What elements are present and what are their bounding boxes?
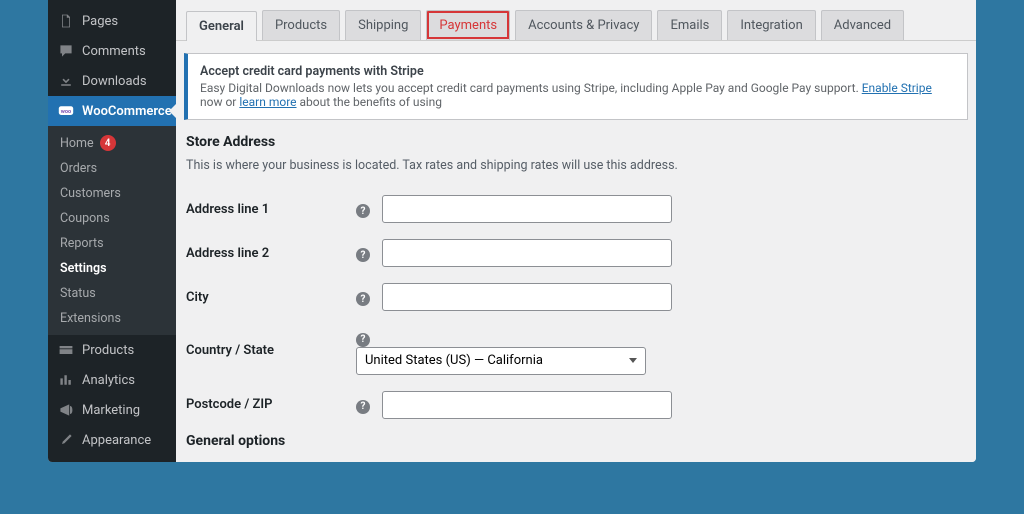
tab-products[interactable]: Products [262,10,340,40]
sidebar-item-label: Comments [82,44,146,59]
help-icon[interactable]: ? [356,333,370,347]
content-area: General Products Shipping Payments Accou… [176,0,976,462]
woo-icon: woo [58,103,74,119]
comment-icon [58,43,74,59]
sidebar-item-label: Products [82,343,134,358]
notification-badge: 4 [100,135,116,151]
sidebar-submenu: Home 4 Orders Customers Coupons Reports … [48,126,176,335]
chevron-down-icon [629,358,637,363]
sidebar-sub-customers[interactable]: Customers [48,181,176,206]
sub-label: Settings [60,261,107,276]
tab-general[interactable]: General [186,11,257,41]
products-icon [58,342,74,358]
section-heading: General options [186,433,966,449]
sub-label: Status [60,286,96,301]
marketing-icon [58,402,74,418]
sub-label: Coupons [60,211,110,226]
section-description: This is where your business is located. … [186,158,966,173]
general-options-section: General options [176,427,976,449]
download-icon [58,73,74,89]
tab-advanced[interactable]: Advanced [821,10,904,40]
sidebar-item-label: Analytics [82,373,135,388]
settings-tabs: General Products Shipping Payments Accou… [176,0,976,41]
sidebar-item-appearance[interactable]: Appearance [48,425,176,455]
appearance-icon [58,432,74,448]
sidebar-item-products[interactable]: Products [48,335,176,365]
sidebar-item-downloads[interactable]: Downloads [48,66,176,96]
address-line-2-input[interactable] [382,239,672,267]
help-icon[interactable]: ? [356,248,370,262]
enable-stripe-link[interactable]: Enable Stripe [862,81,932,95]
country-state-select[interactable]: United States (US) — California [356,347,646,375]
sidebar-sub-status[interactable]: Status [48,281,176,306]
field-label-country: Country / State [186,319,356,383]
notice-title: Accept credit card payments with Stripe [200,64,955,79]
sidebar-item-marketing[interactable]: Marketing [48,395,176,425]
sidebar-sub-reports[interactable]: Reports [48,231,176,256]
help-icon[interactable]: ? [356,204,370,218]
tab-accounts-privacy[interactable]: Accounts & Privacy [515,10,652,40]
sidebar-sub-extensions[interactable]: Extensions [48,306,176,331]
sidebar-item-analytics[interactable]: Analytics [48,365,176,395]
analytics-icon [58,372,74,388]
admin-window: Pages Comments Downloads woo WooCommerce… [48,0,976,462]
field-label-postcode: Postcode / ZIP [186,383,356,427]
sub-label: Orders [60,161,97,176]
help-icon[interactable]: ? [356,292,370,306]
sidebar-item-label: Downloads [82,74,147,89]
sidebar-item-label: Marketing [82,403,140,418]
sidebar-item-plugins[interactable]: Plugins 1 [48,455,176,462]
sub-label: Home [60,136,94,151]
sidebar-sub-orders[interactable]: Orders [48,156,176,181]
field-label-addr1: Address line 1 [186,187,356,231]
tab-shipping[interactable]: Shipping [345,10,421,40]
sidebar-item-label: Pages [82,14,118,29]
store-address-form: Address line 1 ? Address line 2 ? City ?… [186,187,966,427]
help-icon[interactable]: ? [356,400,370,414]
address-line-1-input[interactable] [382,195,672,223]
learn-more-link[interactable]: learn more [239,95,296,109]
sidebar-item-label: Appearance [82,433,151,448]
stripe-notice: Accept credit card payments with Stripe … [184,53,968,120]
store-address-section: Store Address This is where your busines… [176,120,976,427]
field-label-addr2: Address line 2 [186,231,356,275]
city-input[interactable] [382,283,672,311]
tab-integration[interactable]: Integration [727,10,815,40]
sidebar-item-woocommerce[interactable]: woo WooCommerce [48,96,176,126]
tab-emails[interactable]: Emails [657,10,722,40]
notice-description: Easy Digital Downloads now lets you acce… [200,81,955,109]
sidebar-item-comments[interactable]: Comments [48,36,176,66]
select-value: United States (US) — California [365,353,543,368]
page-icon [58,13,74,29]
postcode-input[interactable] [382,391,672,419]
tab-payments[interactable]: Payments [426,10,510,40]
svg-text:woo: woo [61,109,71,115]
sub-label: Reports [60,236,104,251]
section-heading: Store Address [186,134,966,150]
sub-label: Extensions [60,311,121,326]
sidebar-item-pages[interactable]: Pages [48,6,176,36]
sidebar-sub-home[interactable]: Home 4 [48,130,176,156]
sidebar-sub-coupons[interactable]: Coupons [48,206,176,231]
field-label-city: City [186,275,356,319]
sub-label: Customers [60,186,121,201]
sidebar-sub-settings[interactable]: Settings [48,256,176,281]
admin-sidebar: Pages Comments Downloads woo WooCommerce… [48,0,176,462]
sidebar-item-label: WooCommerce [82,104,172,119]
